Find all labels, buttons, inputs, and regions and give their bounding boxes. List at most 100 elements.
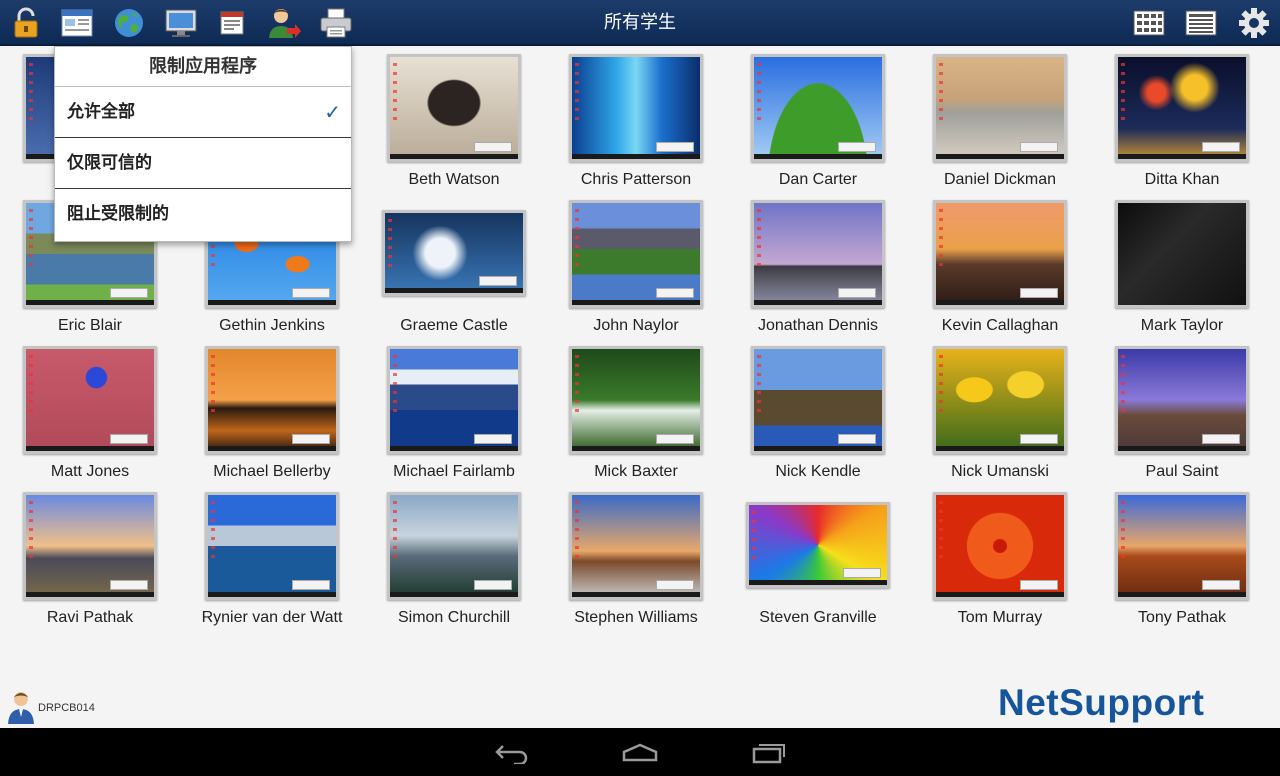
student-screen-thumbnail[interactable] bbox=[933, 346, 1067, 454]
settings-icon[interactable] bbox=[1236, 5, 1272, 41]
student-tile[interactable]: Chris Patterson bbox=[545, 50, 727, 196]
student-screen-thumbnail[interactable] bbox=[1115, 346, 1249, 454]
desktop-icons bbox=[393, 355, 397, 417]
student-tile[interactable]: Tony Pathak bbox=[1091, 488, 1273, 634]
student-screen-thumbnail[interactable] bbox=[569, 54, 703, 162]
student-tile[interactable]: Kevin Callaghan bbox=[909, 196, 1091, 342]
student-screen-thumbnail[interactable] bbox=[23, 346, 157, 454]
desktop-icons bbox=[575, 355, 579, 417]
student-name: Ravi Pathak bbox=[46, 609, 134, 626]
student-name: Simon Churchill bbox=[397, 609, 511, 626]
student-screen-thumbnail[interactable] bbox=[569, 200, 703, 308]
student-screen-thumbnail[interactable] bbox=[387, 346, 521, 454]
student-screen-thumbnail[interactable] bbox=[205, 492, 339, 600]
student-tile[interactable]: Ravi Pathak bbox=[0, 488, 181, 634]
notification-window bbox=[656, 580, 694, 590]
taskbar bbox=[936, 446, 1064, 451]
window-icon[interactable] bbox=[59, 5, 95, 41]
student-screen-thumbnail[interactable] bbox=[205, 346, 339, 454]
monitor-icon[interactable] bbox=[163, 5, 199, 41]
student-screen-thumbnail[interactable] bbox=[746, 502, 890, 588]
notification-window bbox=[1202, 580, 1240, 590]
notification-window bbox=[474, 434, 512, 444]
student-tile[interactable]: Steven Granville bbox=[727, 488, 909, 634]
list-view-icon[interactable] bbox=[1183, 5, 1219, 41]
student-screen-thumbnail[interactable] bbox=[387, 54, 521, 162]
student-tile[interactable]: Michael Bellerby bbox=[181, 342, 363, 488]
student-tile[interactable]: Beth Watson bbox=[363, 50, 545, 196]
taskbar bbox=[936, 300, 1064, 305]
menu-item-allow-all[interactable]: 允许全部 ✓ bbox=[55, 87, 351, 138]
recent-apps-icon[interactable] bbox=[749, 738, 789, 768]
message-icon[interactable] bbox=[214, 5, 250, 41]
notification-window bbox=[1202, 142, 1240, 152]
desktop-icons bbox=[939, 63, 943, 125]
desktop-icons bbox=[1121, 355, 1125, 417]
student-tile[interactable]: Tom Murray bbox=[909, 488, 1091, 634]
lock-icon[interactable] bbox=[8, 5, 44, 41]
notification-window bbox=[656, 142, 694, 152]
notification-window bbox=[843, 568, 881, 578]
student-tile[interactable]: John Naylor bbox=[545, 196, 727, 342]
printer-icon[interactable] bbox=[318, 5, 354, 41]
desktop-icons bbox=[393, 501, 397, 563]
menu-item-trusted-only[interactable]: 仅限可信的 bbox=[55, 138, 351, 189]
notification-window bbox=[474, 580, 512, 590]
taskbar bbox=[1118, 592, 1246, 597]
notification-window bbox=[1020, 434, 1058, 444]
student-tile[interactable]: Daniel Dickman bbox=[909, 50, 1091, 196]
student-screen-thumbnail[interactable] bbox=[569, 346, 703, 454]
tutor-avatar-icon bbox=[7, 690, 35, 724]
student-screen-thumbnail[interactable] bbox=[751, 346, 885, 454]
student-tile[interactable]: Stephen Williams bbox=[545, 488, 727, 634]
student-name: Michael Fairlamb bbox=[393, 463, 515, 480]
student-tile[interactable]: Simon Churchill bbox=[363, 488, 545, 634]
student-screen-thumbnail[interactable] bbox=[382, 210, 526, 296]
student-screen-thumbnail[interactable] bbox=[933, 200, 1067, 308]
student-tile[interactable]: Nick Kendle bbox=[727, 342, 909, 488]
student-screen-thumbnail[interactable] bbox=[933, 54, 1067, 162]
home-icon[interactable] bbox=[620, 738, 660, 768]
student-tile[interactable]: Mark Taylor bbox=[1091, 196, 1273, 342]
student-tile[interactable]: Paul Saint bbox=[1091, 342, 1273, 488]
netsupport-logo: NetSupport bbox=[998, 682, 1205, 723]
desktop-icons bbox=[757, 209, 761, 271]
student-tile[interactable]: Nick Umanski bbox=[909, 342, 1091, 488]
taskbar bbox=[26, 592, 154, 597]
globe-icon[interactable] bbox=[111, 5, 147, 41]
user-transfer-icon[interactable] bbox=[266, 5, 302, 41]
student-tile[interactable]: Matt Jones bbox=[0, 342, 181, 488]
student-screen-thumbnail[interactable] bbox=[1115, 54, 1249, 162]
student-tile[interactable]: Rynier van der Watt bbox=[181, 488, 363, 634]
student-screen-thumbnail[interactable] bbox=[387, 492, 521, 600]
student-screen-thumbnail[interactable] bbox=[1115, 492, 1249, 600]
student-screen-thumbnail[interactable] bbox=[933, 492, 1067, 600]
menu-item-label: 阻止受限制的 bbox=[67, 204, 169, 224]
taskbar bbox=[754, 154, 882, 159]
taskbar bbox=[572, 300, 700, 305]
large-thumbnails-icon[interactable] bbox=[1131, 5, 1167, 41]
notification-window bbox=[1202, 434, 1240, 444]
notification-window bbox=[838, 142, 876, 152]
notification-window bbox=[292, 580, 330, 590]
desktop-icons bbox=[211, 501, 215, 563]
student-name: Kevin Callaghan bbox=[941, 317, 1059, 334]
back-icon[interactable] bbox=[492, 738, 532, 768]
student-tile[interactable]: Ditta Khan bbox=[1091, 50, 1273, 196]
student-tile[interactable]: Michael Fairlamb bbox=[363, 342, 545, 488]
student-screen-thumbnail[interactable] bbox=[751, 54, 885, 162]
notification-window bbox=[838, 288, 876, 298]
student-tile[interactable]: Mick Baxter bbox=[545, 342, 727, 488]
student-screen-thumbnail[interactable] bbox=[569, 492, 703, 600]
student-tile[interactable]: Jonathan Dennis bbox=[727, 196, 909, 342]
menu-item-label: 允许全部 bbox=[67, 102, 135, 122]
student-tile[interactable]: Graeme Castle bbox=[363, 196, 545, 342]
menu-item-block-restricted[interactable]: 阻止受限制的 bbox=[55, 189, 351, 240]
student-name: Matt Jones bbox=[50, 463, 130, 480]
student-screen-thumbnail[interactable] bbox=[1115, 200, 1249, 308]
student-screen-thumbnail[interactable] bbox=[751, 200, 885, 308]
student-screen-thumbnail[interactable] bbox=[23, 492, 157, 600]
student-tile[interactable]: Dan Carter bbox=[727, 50, 909, 196]
desktop-icons bbox=[393, 63, 397, 125]
taskbar bbox=[208, 300, 336, 305]
